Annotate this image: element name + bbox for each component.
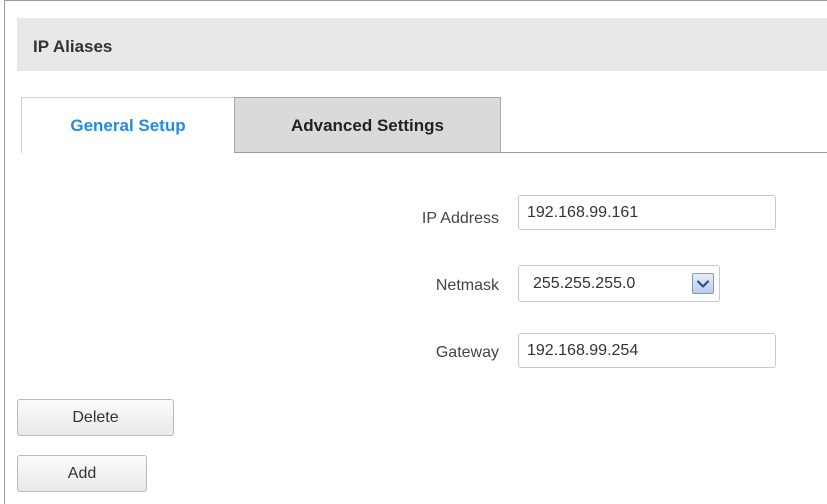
tab-advanced-settings[interactable]: Advanced Settings — [234, 97, 501, 153]
tab-general-setup[interactable]: General Setup — [21, 97, 234, 153]
ip-address-label: IP Address — [421, 210, 499, 227]
section-title: IP Aliases — [33, 37, 113, 56]
ip-address-input[interactable] — [518, 195, 776, 230]
gateway-input[interactable] — [518, 333, 776, 368]
netmask-label: Netmask — [435, 277, 499, 294]
ip-aliases-panel: IP Aliases General Setup Advanced Settin… — [4, 0, 827, 504]
tab-bar: General Setup Advanced Settings — [21, 97, 827, 153]
netmask-selected-value: 255.255.255.0 — [533, 275, 636, 292]
add-button[interactable]: Add — [17, 455, 147, 492]
chevron-down-icon[interactable] — [692, 273, 714, 294]
gateway-label: Gateway — [435, 344, 499, 361]
section-header: IP Aliases — [17, 18, 827, 71]
delete-button[interactable]: Delete — [17, 399, 174, 436]
netmask-select[interactable]: 255.255.255.0 — [518, 265, 720, 302]
